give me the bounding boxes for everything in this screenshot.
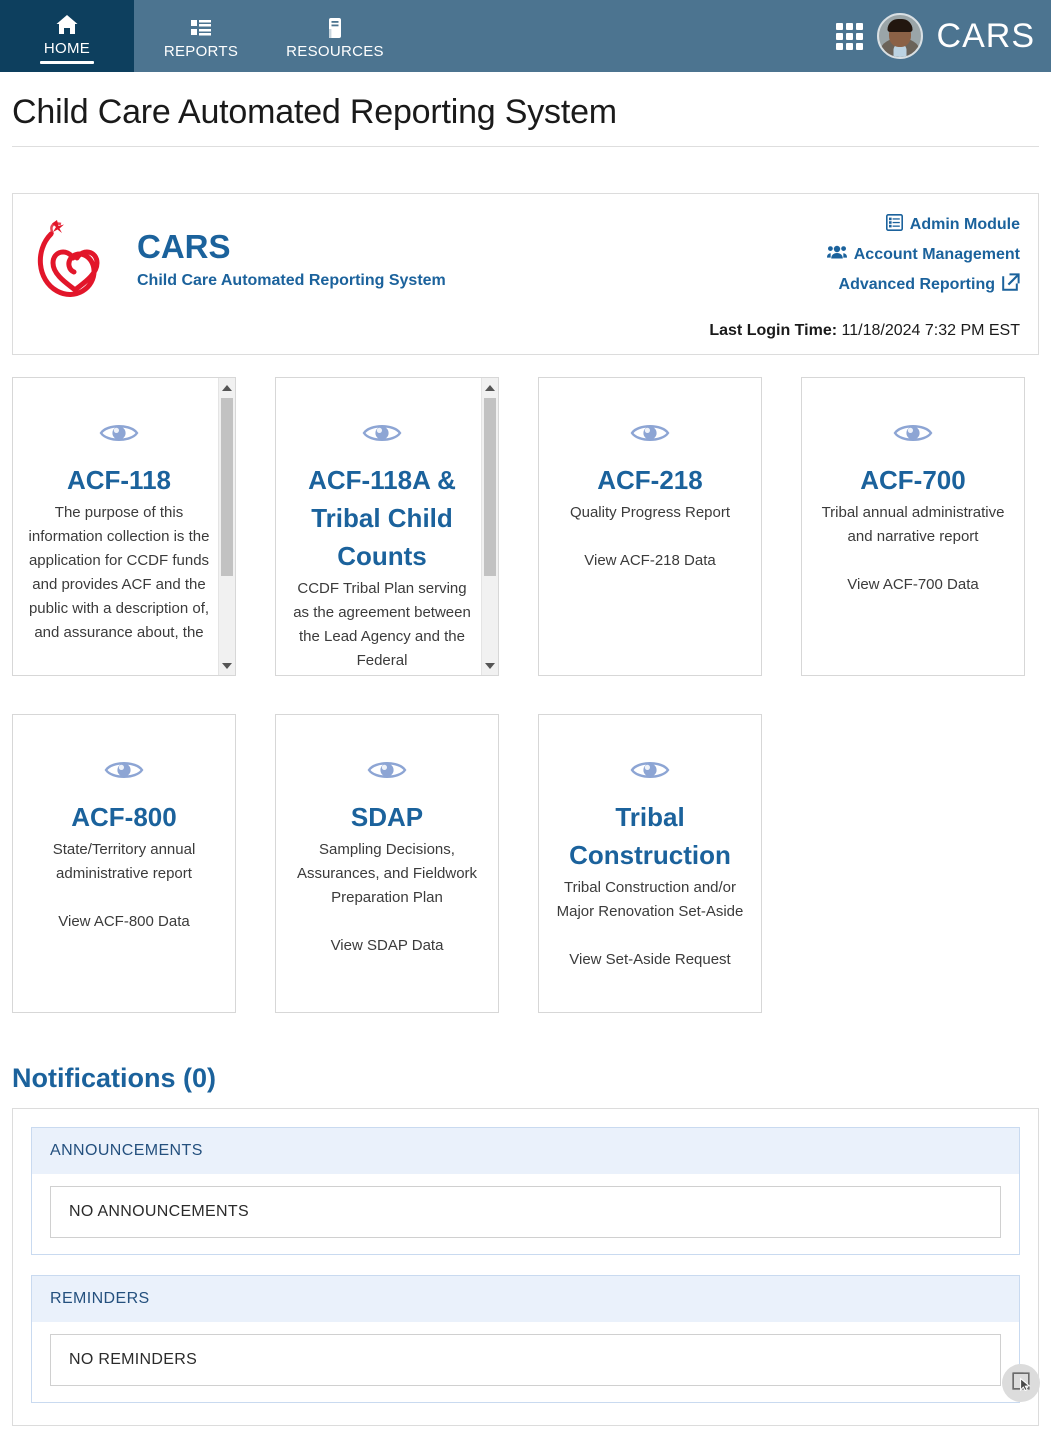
nav-item-resources[interactable]: RESOURCES xyxy=(268,0,402,72)
cars-branding-group: CARS Child Care Automated Reporting Syst… xyxy=(31,210,709,340)
acf-heart-logo xyxy=(31,218,119,302)
avatar-hair xyxy=(887,19,912,32)
reminders-block: REMINDERS NO REMINDERS xyxy=(31,1275,1020,1403)
title-divider xyxy=(12,146,1039,147)
card-content: ACF-800 State/Territory annual administr… xyxy=(13,715,235,944)
select-cursor-icon xyxy=(1011,1371,1031,1396)
announcements-empty-text: NO ANNOUNCEMENTS xyxy=(50,1186,1001,1238)
header-links-group: Admin Module Account Management Advanced… xyxy=(709,210,1020,340)
nav-item-resources-label: RESOURCES xyxy=(286,43,384,61)
report-card-tribal-construction[interactable]: Tribal Construction Tribal Construction … xyxy=(538,714,762,1013)
account-management-label: Account Management xyxy=(854,246,1020,264)
last-login-value: 11/18/2024 7:32 PM EST xyxy=(842,322,1020,339)
scroll-up-arrow-icon[interactable] xyxy=(219,379,235,396)
nav-item-reports-label: REPORTS xyxy=(164,43,238,61)
external-link-icon xyxy=(1002,273,1020,296)
eye-icon xyxy=(553,757,747,788)
scroll-down-arrow-icon[interactable] xyxy=(219,657,235,674)
last-login-label: Last Login Time: xyxy=(709,322,837,339)
scroll-up-arrow-icon[interactable] xyxy=(482,379,498,396)
eye-icon xyxy=(290,757,484,788)
cars-acronym: CARS xyxy=(137,228,446,266)
card-action-link[interactable]: View ACF-218 Data xyxy=(553,549,747,573)
eye-icon xyxy=(27,757,221,788)
card-title: ACF-700 xyxy=(816,461,1010,499)
notifications-panel: ANNOUNCEMENTS NO ANNOUNCEMENTS REMINDERS… xyxy=(12,1108,1039,1426)
nav-right-group: CARS xyxy=(836,0,1051,72)
page-title: Child Care Automated Reporting System xyxy=(12,90,1039,134)
users-icon xyxy=(827,244,847,265)
nav-item-reports[interactable]: REPORTS xyxy=(134,0,268,72)
report-card-acf-700[interactable]: ACF-700 Tribal annual administrative and… xyxy=(801,377,1025,676)
reminders-empty-text: NO REMINDERS xyxy=(50,1334,1001,1386)
card-scrollbar[interactable] xyxy=(481,378,498,675)
card-action-link[interactable]: View ACF-800 Data xyxy=(27,910,221,934)
eye-icon xyxy=(816,420,1010,451)
eye-icon xyxy=(27,420,211,451)
report-cards-grid: ACF-118 The purpose of this information … xyxy=(12,377,1039,1013)
nav-item-home-label: HOME xyxy=(44,40,90,58)
report-card-acf-118a[interactable]: ACF-118A & Tribal Child Counts CCDF Trib… xyxy=(275,377,499,676)
card-description: Sampling Decisions, Assurances, and Fiel… xyxy=(290,838,484,910)
card-title: ACF-800 xyxy=(27,798,221,836)
report-card-acf-800[interactable]: ACF-800 State/Territory annual administr… xyxy=(12,714,236,1013)
eye-icon xyxy=(290,420,474,451)
book-icon xyxy=(323,15,347,41)
notifications-heading: Notifications (0) xyxy=(12,1063,1039,1094)
cars-subtitle: Child Care Automated Reporting System xyxy=(137,272,446,290)
list-alt-icon xyxy=(886,214,903,236)
card-content: SDAP Sampling Decisions, Assurances, and… xyxy=(276,715,498,968)
card-description: Tribal Construction and/or Major Renovat… xyxy=(553,876,747,924)
card-description: The purpose of this information collecti… xyxy=(27,501,211,645)
card-content: Tribal Construction Tribal Construction … xyxy=(539,715,761,982)
page-title-section: Child Care Automated Reporting System xyxy=(0,72,1051,147)
reminders-header: REMINDERS xyxy=(32,1276,1019,1322)
admin-module-link[interactable]: Admin Module xyxy=(886,214,1020,236)
admin-module-label: Admin Module xyxy=(910,216,1020,234)
report-card-sdap[interactable]: SDAP Sampling Decisions, Assurances, and… xyxy=(275,714,499,1013)
card-content: ACF-700 Tribal annual administrative and… xyxy=(802,378,1024,607)
scrollbar-thumb[interactable] xyxy=(484,398,496,576)
nav-active-underline xyxy=(40,61,94,64)
scroll-down-arrow-icon[interactable] xyxy=(482,657,498,674)
report-card-acf-218[interactable]: ACF-218 Quality Progress Report View ACF… xyxy=(538,377,762,676)
announcements-block: ANNOUNCEMENTS NO ANNOUNCEMENTS xyxy=(31,1127,1020,1255)
advanced-reporting-label: Advanced Reporting xyxy=(839,276,995,294)
card-content: ACF-118 The purpose of this information … xyxy=(13,378,235,655)
home-icon xyxy=(55,12,79,38)
card-action-link[interactable]: View ACF-700 Data xyxy=(816,573,1010,597)
account-management-link[interactable]: Account Management xyxy=(827,244,1020,265)
cars-header-panel: CARS Child Care Automated Reporting Syst… xyxy=(12,193,1039,355)
top-navigation-bar: HOME REPORTS RESOURCES xyxy=(0,0,1051,72)
card-title: SDAP xyxy=(290,798,484,836)
card-title: ACF-218 xyxy=(553,461,747,499)
cars-title-group: CARS Child Care Automated Reporting Syst… xyxy=(137,210,446,290)
user-avatar[interactable] xyxy=(877,13,923,59)
nav-item-home[interactable]: HOME xyxy=(0,0,134,72)
apps-grid-icon[interactable] xyxy=(836,23,863,50)
report-card-acf-118[interactable]: ACF-118 The purpose of this information … xyxy=(12,377,236,676)
card-title: ACF-118A & Tribal Child Counts xyxy=(290,461,474,575)
announcements-header: ANNOUNCEMENTS xyxy=(32,1128,1019,1174)
eye-icon xyxy=(553,420,747,451)
select-cursor-fab[interactable] xyxy=(1002,1364,1040,1402)
card-description: Quality Progress Report xyxy=(553,501,747,525)
list-icon xyxy=(189,15,213,41)
card-title: Tribal Construction xyxy=(553,798,747,874)
card-description: Tribal annual administrative and narrati… xyxy=(816,501,1010,549)
announcements-body: NO ANNOUNCEMENTS xyxy=(32,1174,1019,1254)
last-login-info: Last Login Time: 11/18/2024 7:32 PM EST xyxy=(709,322,1020,340)
card-content: ACF-118A & Tribal Child Counts CCDF Trib… xyxy=(276,378,498,676)
brand-title: CARS xyxy=(937,17,1035,56)
card-title: ACF-118 xyxy=(27,461,211,499)
card-scrollbar[interactable] xyxy=(218,378,235,675)
advanced-reporting-link[interactable]: Advanced Reporting xyxy=(839,273,1020,296)
reminders-body: NO REMINDERS xyxy=(32,1322,1019,1402)
card-content: ACF-218 Quality Progress Report View ACF… xyxy=(539,378,761,583)
scrollbar-thumb[interactable] xyxy=(221,398,233,576)
card-action-link[interactable]: View Set-Aside Request xyxy=(553,948,747,972)
card-description: CCDF Tribal Plan serving as the agreemen… xyxy=(290,577,474,673)
card-description: State/Territory annual administrative re… xyxy=(27,838,221,886)
card-action-link[interactable]: View SDAP Data xyxy=(290,934,484,958)
